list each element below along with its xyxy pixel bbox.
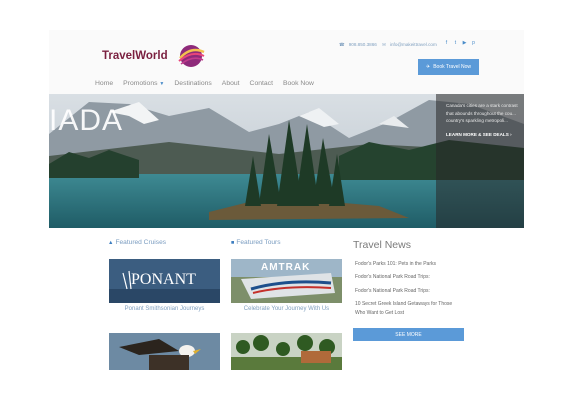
news-item[interactable]: Fodor's National Park Road Trips:: [355, 287, 430, 295]
eagle-card-image[interactable]: [109, 333, 220, 370]
featured-cruises-heading: ▲ Featured Cruises: [108, 239, 166, 246]
envelope-icon: ✉: [382, 42, 386, 47]
plane-icon: ✈: [426, 64, 431, 70]
amtrak-caption[interactable]: Celebrate Your Journey With Us: [231, 306, 342, 312]
social-links: f t ▶ p: [444, 40, 476, 46]
hero-info-panel: Canada's cities are a stark contrast tha…: [436, 94, 524, 228]
ponant-card-image[interactable]: PONANT: [109, 259, 220, 303]
hero-description: Canada's cities are a stark contrast tha…: [446, 102, 524, 125]
email-address[interactable]: info@makeittravel.com: [390, 42, 437, 47]
site-logo[interactable]: TravelWorld: [102, 42, 212, 70]
contact-info: ☎ 908.850.3866 ✉ info@makeittravel.com: [339, 42, 441, 48]
hero-text-line: country's sparkling metropoli...: [446, 118, 508, 123]
nav-destinations[interactable]: Destinations: [174, 80, 211, 87]
main-nav: Home Promotions ▼ Destinations About Con…: [95, 80, 314, 87]
youtube-icon[interactable]: ▶: [462, 40, 467, 46]
phone-icon: ☎: [339, 42, 345, 47]
globe-logo-icon: [178, 45, 205, 67]
ship-icon: ▲: [108, 240, 114, 246]
see-more-button[interactable]: SEE MORE: [353, 328, 464, 341]
featured-tours-label: Featured Tours: [236, 239, 281, 246]
nav-about[interactable]: About: [222, 80, 240, 87]
travel-news-heading: Travel News: [353, 239, 411, 251]
hero-text-line: Canada's cities are a stark contrast: [446, 103, 518, 108]
website-frame: TravelWorld ☎ 908.850.3866 ✉ info@makeittr…: [49, 30, 524, 370]
site-header: TravelWorld ☎ 908.850.3866 ✉ info@makeittr…: [49, 30, 524, 94]
book-travel-button[interactable]: ✈ Book Travel Now: [418, 59, 479, 75]
facebook-icon[interactable]: f: [444, 40, 449, 46]
nav-contact[interactable]: Contact: [250, 80, 273, 87]
caret-down-icon: ▼: [159, 81, 165, 87]
featured-tours-heading: ■ Featured Tours: [231, 239, 281, 246]
ponant-logo-text: PONANT: [131, 271, 196, 288]
ponant-caption[interactable]: Ponant Smithsonian Journeys: [109, 306, 220, 312]
nav-promotions[interactable]: Promotions ▼: [123, 80, 164, 87]
news-item[interactable]: Who Want to Get Lost: [355, 309, 404, 317]
book-travel-label: Book Travel Now: [433, 64, 471, 70]
amtrak-logo-text: AMTRAK: [261, 262, 311, 273]
twitter-icon[interactable]: t: [453, 40, 458, 46]
pinterest-icon[interactable]: p: [471, 40, 476, 46]
tour-icon: ■: [231, 240, 235, 246]
featured-cruises-label: Featured Cruises: [115, 239, 167, 246]
learn-more-link[interactable]: LEARN MORE & SEE DEALS ›: [446, 132, 512, 137]
palm-card-image[interactable]: [231, 333, 342, 370]
nav-promotions-label: Promotions: [123, 80, 158, 87]
eagle-image: [109, 333, 220, 370]
phone-number[interactable]: 908.850.3866: [349, 42, 377, 47]
hero-banner: IADA Canada's cities are a stark contras…: [49, 94, 524, 228]
amtrak-card-image[interactable]: AMTRAK: [231, 259, 342, 303]
news-item[interactable]: Fodor's Parks 101: Pets in the Parks: [355, 260, 436, 268]
news-item[interactable]: Fodor's National Park Road Trips:: [355, 273, 430, 281]
palm-trees-image: [231, 333, 342, 370]
logo-text: TravelWorld: [102, 50, 168, 62]
nav-home[interactable]: Home: [95, 80, 113, 87]
hero-title: IADA: [49, 104, 124, 137]
hero-text-line: that abounds throughout the cou...: [446, 110, 516, 116]
news-item[interactable]: 10 Secret Greek Island Getaways for Thos…: [355, 300, 452, 308]
nav-book-now[interactable]: Book Now: [283, 80, 314, 87]
